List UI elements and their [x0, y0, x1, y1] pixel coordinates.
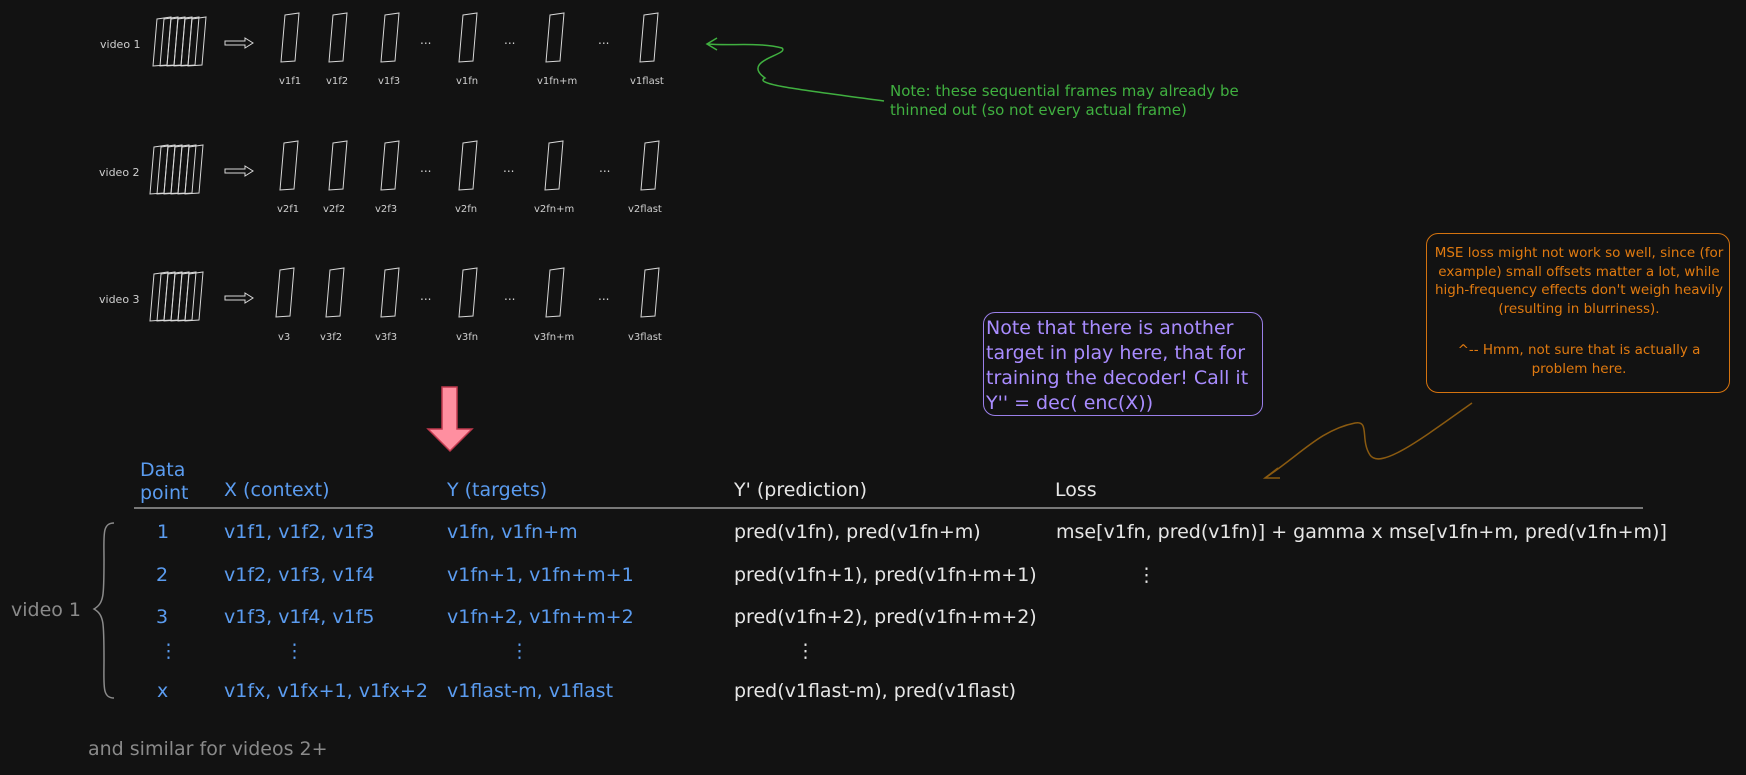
- row-2-point: 2: [156, 564, 169, 586]
- footer-note: and similar for videos 2+: [88, 738, 328, 760]
- frame-icon: [328, 12, 348, 63]
- frame-label: v3fn+m: [534, 332, 575, 343]
- frame-icon: [380, 140, 400, 191]
- row-3-pred: pred(v1fn+2), pred(v1fn+m+2): [734, 606, 1037, 628]
- note-arrow-line: [707, 43, 885, 102]
- group-brace: [92, 522, 115, 699]
- group-label-video-1: video 1: [11, 599, 82, 621]
- frame-label: v3fn: [456, 332, 479, 343]
- frame-icon: [279, 140, 299, 191]
- header-y-prediction: Y' (prediction): [734, 479, 868, 501]
- frame-icon: [545, 12, 565, 63]
- hollow-right-arrow-icon: [224, 165, 254, 177]
- big-down-arrow-icon: [426, 386, 474, 453]
- header-x-context: X (context): [224, 479, 330, 501]
- header-y-targets: Y (targets): [447, 479, 548, 501]
- frame-icon: [458, 267, 478, 318]
- frame-label: v2f1: [277, 204, 300, 215]
- mse-note-text: MSE loss might not work so well, since (…: [1434, 245, 1724, 317]
- row-x-pred: pred(v1flast-m), pred(v1flast): [734, 680, 1017, 702]
- row-1-y: v1fn, v1fn+m: [447, 521, 578, 543]
- mse-note-followup: ^-- Hmm, not sure that is actually a pro…: [1457, 342, 1701, 377]
- frame-label: v1flast: [630, 76, 664, 87]
- row-2-pred: pred(v1fn+1), pred(v1fn+m+1): [734, 564, 1037, 586]
- frame-label: v1f3: [378, 76, 401, 87]
- row-2-loss: ⋮: [1137, 564, 1156, 586]
- row-ellipsis-pred: ⋮: [796, 640, 815, 662]
- row-3-point: 3: [156, 606, 169, 628]
- frame-icon: [640, 267, 660, 318]
- row-1-point: 1: [157, 521, 170, 543]
- row-ellipsis-y: ⋮: [510, 640, 529, 662]
- row-2-y: v1fn+1, v1fn+m+1: [447, 564, 634, 586]
- frame-icon: [380, 267, 400, 318]
- frame-icon: [325, 267, 345, 318]
- video-2-label: video 2: [99, 166, 140, 179]
- row-1-pred: pred(v1fn), pred(v1fn+m): [734, 521, 981, 543]
- row-3-x: v1f3, v1f4, v1f5: [224, 606, 375, 628]
- decoder-note-box: Note that there is another target in pla…: [983, 312, 1263, 416]
- frame-icon: [545, 267, 565, 318]
- frame-label: v3f2: [320, 332, 343, 343]
- row-x-x: v1fx, v1fx+1, v1fx+2: [224, 680, 428, 702]
- frame-icon: [458, 12, 478, 63]
- row-2-x: v1f2, v1f3, v1f4: [224, 564, 375, 586]
- frame-label: v3: [278, 332, 291, 343]
- row-ellipsis-x: ⋮: [285, 640, 304, 662]
- frame-label: v1f1: [279, 76, 302, 87]
- frame-label: v3flast: [628, 332, 662, 343]
- frame-label: v2fn: [455, 204, 478, 215]
- header-loss: Loss: [1055, 479, 1097, 501]
- frame-label: v1fn+m: [537, 76, 578, 87]
- frame-icon: [544, 140, 564, 191]
- hollow-right-arrow-icon: [224, 292, 254, 304]
- frame-ellipsis: ...: [504, 289, 516, 303]
- frame-icon: [458, 140, 478, 191]
- frame-ellipsis: ...: [503, 161, 515, 175]
- frame-label: v1f2: [326, 76, 349, 87]
- frame-ellipsis: ...: [598, 289, 610, 303]
- frame-icon: [640, 140, 660, 191]
- row-3-y: v1fn+2, v1fn+m+2: [447, 606, 634, 628]
- frame-label: v2f3: [375, 204, 398, 215]
- zigzag-arrow-line: [1264, 402, 1473, 479]
- row-x-y: v1flast-m, v1flast: [447, 680, 614, 702]
- frame-ellipsis: ...: [599, 161, 611, 175]
- row-ellipsis-point: ⋮: [159, 640, 178, 662]
- row-x-point: x: [157, 680, 169, 702]
- frame-icon: [380, 12, 400, 63]
- frame-label: v2fn+m: [534, 204, 575, 215]
- hollow-right-arrow-icon: [224, 37, 254, 49]
- frame-icon: [328, 140, 348, 191]
- row-1-x: v1f1, v1f2, v1f3: [224, 521, 375, 543]
- frame-ellipsis: ...: [420, 289, 432, 303]
- video-3-label: video 3: [99, 293, 140, 306]
- video-1-label: video 1: [100, 38, 141, 51]
- frame-ellipsis: ...: [504, 33, 516, 47]
- frame-label: v3f3: [375, 332, 398, 343]
- frame-ellipsis: ...: [598, 33, 610, 47]
- row-1-loss: mse[v1fn, pred(v1fn)] + gamma x mse[v1fn…: [1056, 521, 1667, 543]
- frames-note: Note: these sequential frames may alread…: [890, 82, 1239, 119]
- frame-label: v1fn: [456, 76, 479, 87]
- header-data-point: Data point: [140, 459, 189, 504]
- frame-icon: [275, 267, 295, 318]
- frame-ellipsis: ...: [420, 33, 432, 47]
- mse-note-box: MSE loss might not work so well, since (…: [1426, 233, 1730, 393]
- frame-label: v2f2: [323, 204, 346, 215]
- frame-icon: [639, 12, 659, 63]
- frame-icon: [280, 12, 300, 63]
- decoder-note-text: Note that there is another target in pla…: [986, 317, 1249, 414]
- frame-ellipsis: ...: [420, 161, 432, 175]
- frame-label: v2flast: [628, 204, 662, 215]
